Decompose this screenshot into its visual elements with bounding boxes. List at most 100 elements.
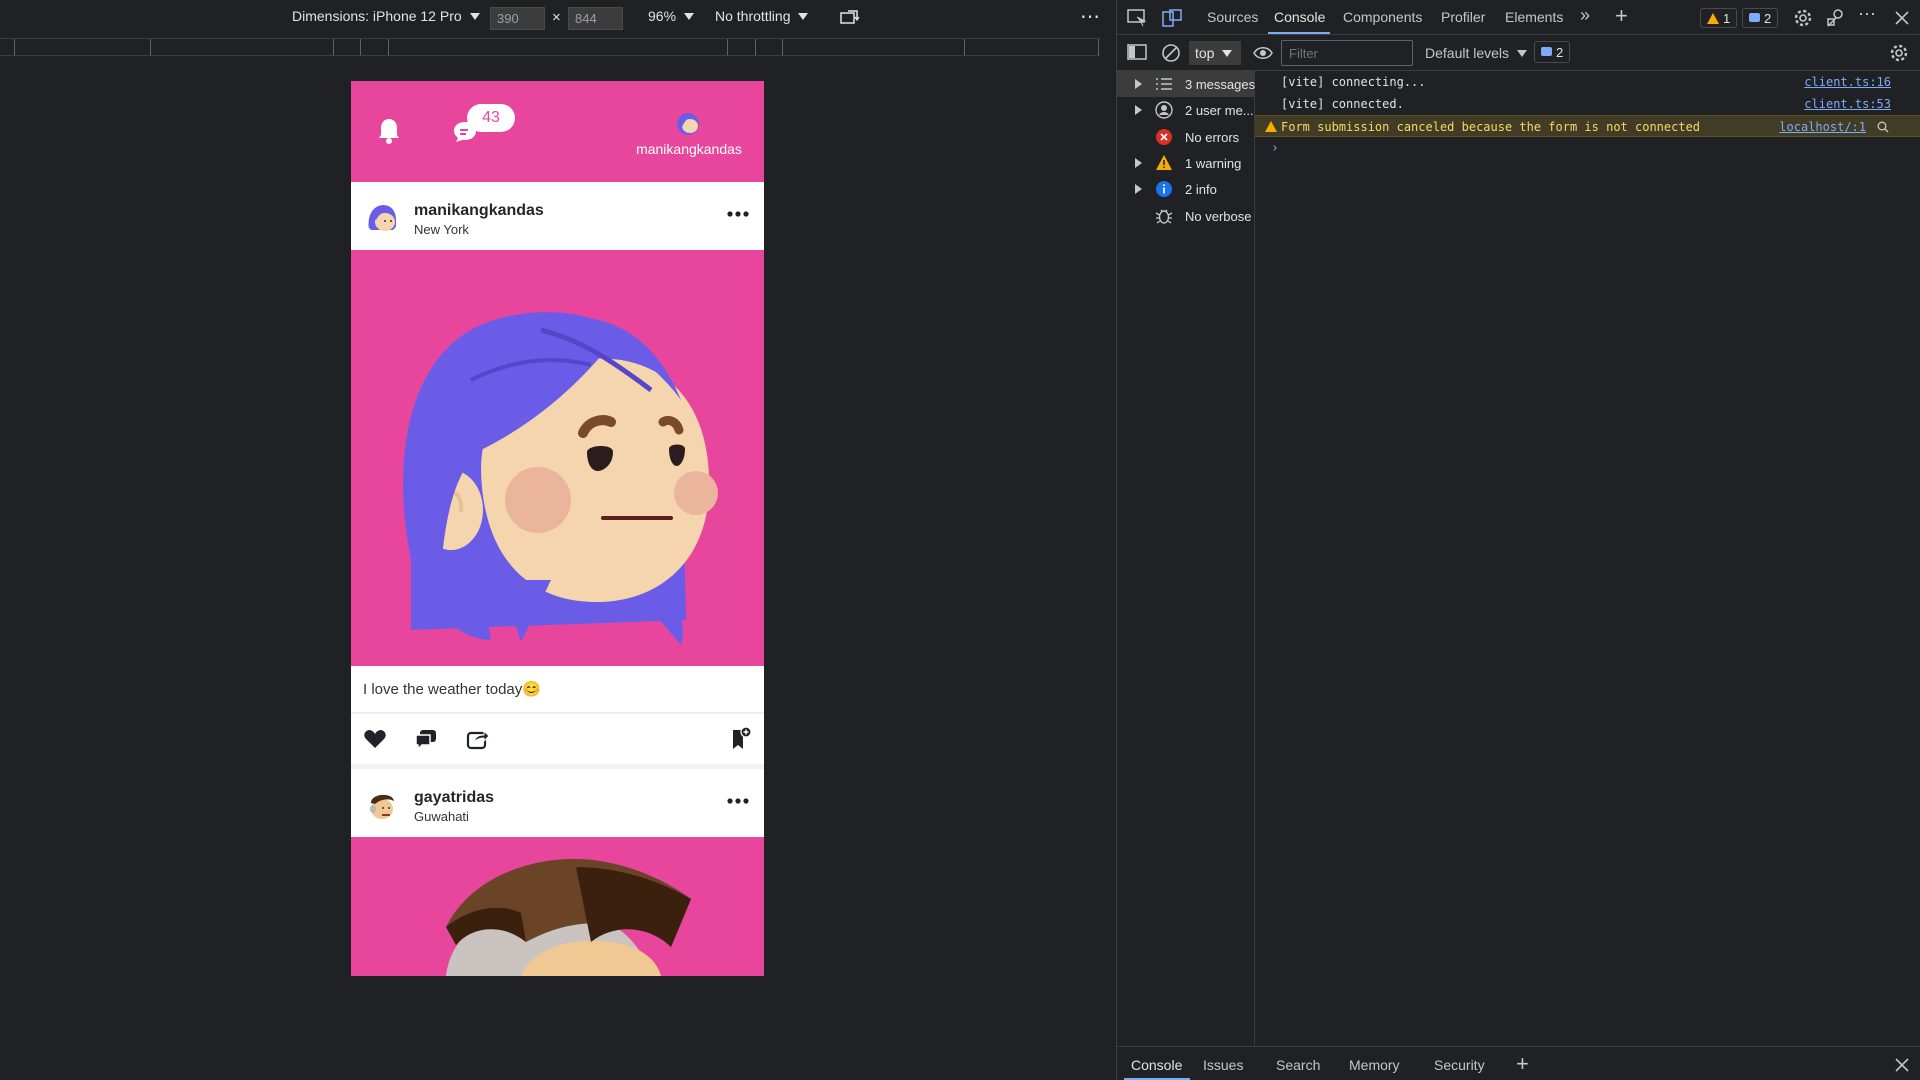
- ruler-tick: [333, 39, 334, 55]
- post-location: Guwahati: [414, 809, 469, 824]
- boy-avatar-illustration: [351, 837, 764, 976]
- share-icon[interactable]: [466, 727, 490, 751]
- drawer-tab-console[interactable]: Console: [1131, 1057, 1182, 1073]
- inspect-element-icon[interactable]: [1127, 9, 1147, 27]
- comment-icon[interactable]: [414, 727, 438, 751]
- console-warning-message[interactable]: Form submission canceled because the for…: [1255, 115, 1920, 137]
- more-options-icon[interactable]: ⋯: [1080, 4, 1101, 29]
- bell-icon[interactable]: [377, 117, 401, 145]
- filter-input[interactable]: [1281, 40, 1413, 66]
- expand-triangle-icon[interactable]: [1135, 105, 1142, 115]
- message-icon: [1541, 46, 1552, 56]
- tab-components[interactable]: Components: [1343, 9, 1422, 25]
- heart-icon[interactable]: [363, 727, 387, 751]
- bookmark-add-icon[interactable]: [728, 727, 752, 751]
- settings-gear-icon[interactable]: [1793, 8, 1813, 28]
- console-message-source-link[interactable]: localhost/:1: [1779, 120, 1866, 134]
- console-message[interactable]: [vite] connecting... client.ts:16: [1255, 71, 1920, 93]
- tab-profiler[interactable]: Profiler: [1441, 9, 1485, 25]
- console-prompt-input[interactable]: ›: [1271, 141, 1279, 156]
- warning-icon: [1156, 155, 1172, 170]
- customize-icon[interactable]: [1826, 8, 1846, 28]
- close-drawer-icon[interactable]: [1894, 1057, 1910, 1073]
- media-query-ruler[interactable]: [0, 38, 1100, 56]
- warning-count-badge[interactable]: 1: [1700, 8, 1738, 28]
- ruler-tick: [388, 39, 389, 55]
- expand-triangle-icon[interactable]: [1135, 158, 1142, 168]
- header-username[interactable]: manikangkandas: [627, 141, 751, 157]
- issues-count-badge[interactable]: 2: [1534, 41, 1571, 63]
- device-toolbar-icon[interactable]: [1162, 9, 1182, 27]
- console-message-source-link[interactable]: client.ts:53: [1804, 97, 1891, 111]
- live-expression-eye-icon[interactable]: [1253, 45, 1273, 61]
- avatar[interactable]: [365, 200, 399, 234]
- avatar[interactable]: [365, 787, 399, 821]
- drawer-tab-memory[interactable]: Memory: [1349, 1057, 1400, 1073]
- height-input[interactable]: [568, 7, 623, 30]
- drawer-tab-security[interactable]: Security: [1434, 1057, 1485, 1073]
- drawer-tab-search[interactable]: Search: [1276, 1057, 1320, 1073]
- chevron-down-icon: [1517, 49, 1528, 57]
- add-drawer-tab-icon[interactable]: +: [1516, 1051, 1529, 1077]
- dimensions-label: Dimensions: iPhone 12 Pro: [292, 8, 462, 24]
- expand-triangle-icon[interactable]: [1135, 79, 1142, 89]
- info-count-badge[interactable]: 2: [1742, 8, 1779, 28]
- post-caption: I love the weather today😊: [363, 681, 541, 698]
- chevron-down-icon: [1222, 49, 1233, 57]
- console-message-source-link[interactable]: client.ts:16: [1804, 75, 1891, 89]
- add-tab-icon[interactable]: +: [1615, 3, 1628, 29]
- more-tabs-icon[interactable]: »: [1580, 5, 1590, 26]
- console-message[interactable]: [vite] connected. client.ts:53: [1255, 93, 1920, 115]
- device-emulation-area: Dimensions: iPhone 12 Pro × 96% No throt…: [0, 0, 1116, 1080]
- tab-elements[interactable]: Elements: [1505, 9, 1563, 25]
- close-icon[interactable]: [1894, 10, 1910, 26]
- ruler-tick: [14, 39, 15, 55]
- drawer-tab-issues[interactable]: Issues: [1203, 1057, 1243, 1073]
- browser-window: Dimensions: iPhone 12 Pro × 96% No throt…: [0, 0, 1920, 1080]
- post-image[interactable]: [351, 837, 764, 976]
- avatar[interactable]: [675, 111, 701, 135]
- tab-sources[interactable]: Sources: [1207, 9, 1258, 25]
- post-username[interactable]: manikangkandas: [414, 202, 544, 220]
- search-icon[interactable]: [1877, 121, 1889, 133]
- dimensions-dropdown[interactable]: Dimensions: iPhone 12 Pro: [292, 8, 480, 24]
- sidebar-item-messages[interactable]: 3 messages: [1117, 71, 1256, 97]
- phone-viewport: 43 manikangkandas manikangkandas New Yor…: [351, 81, 764, 976]
- bug-icon: [1155, 209, 1173, 224]
- post-username[interactable]: gayatridas: [414, 789, 494, 807]
- sidebar-toggle-icon[interactable]: [1127, 43, 1147, 61]
- ruler-tick: [727, 39, 728, 55]
- tab-console[interactable]: Console: [1274, 9, 1325, 25]
- more-options-icon[interactable]: [727, 797, 749, 805]
- warning-icon: [1265, 121, 1277, 132]
- sidebar-item-errors[interactable]: No errors: [1117, 124, 1254, 150]
- clear-console-icon[interactable]: [1161, 43, 1181, 63]
- sidebar-item-label: 2 user me...: [1185, 102, 1254, 118]
- console-settings-gear-icon[interactable]: [1889, 43, 1909, 63]
- sidebar-item-label: 2 info: [1185, 181, 1217, 197]
- times-sign: ×: [552, 9, 561, 26]
- post-header: manikangkandas New York: [351, 182, 764, 250]
- console-message-text: [vite] connected.: [1281, 97, 1404, 111]
- post-image[interactable]: [351, 250, 764, 666]
- zoom-dropdown[interactable]: 96%: [648, 8, 695, 24]
- log-levels-dropdown[interactable]: Default levels: [1425, 45, 1528, 61]
- rotate-icon[interactable]: [840, 9, 860, 25]
- girl-avatar-illustration: [351, 250, 764, 666]
- sidebar-item-user-messages[interactable]: 2 user me...: [1117, 97, 1254, 123]
- sidebar-item-info[interactable]: 2 info: [1117, 176, 1254, 202]
- sidebar-item-label: No errors: [1185, 129, 1240, 145]
- console-sidebar: 3 messages 2 user me... No errors 1 warn…: [1117, 71, 1255, 1046]
- throttling-dropdown[interactable]: No throttling: [715, 8, 809, 24]
- sidebar-item-label: 3 messages: [1185, 76, 1256, 92]
- active-tab-indicator: [1268, 32, 1330, 34]
- sidebar-item-warnings[interactable]: 1 warning: [1117, 150, 1254, 176]
- context-selector[interactable]: top: [1189, 41, 1241, 65]
- more-options-icon[interactable]: [727, 210, 749, 218]
- width-input[interactable]: [490, 7, 545, 30]
- message-count-badge: 43: [467, 104, 515, 132]
- post-caption-bar: I love the weather today😊: [351, 666, 764, 713]
- sidebar-item-verbose[interactable]: No verbose: [1117, 203, 1254, 229]
- more-options-icon[interactable]: ⋯: [1858, 4, 1876, 25]
- expand-triangle-icon[interactable]: [1135, 184, 1142, 194]
